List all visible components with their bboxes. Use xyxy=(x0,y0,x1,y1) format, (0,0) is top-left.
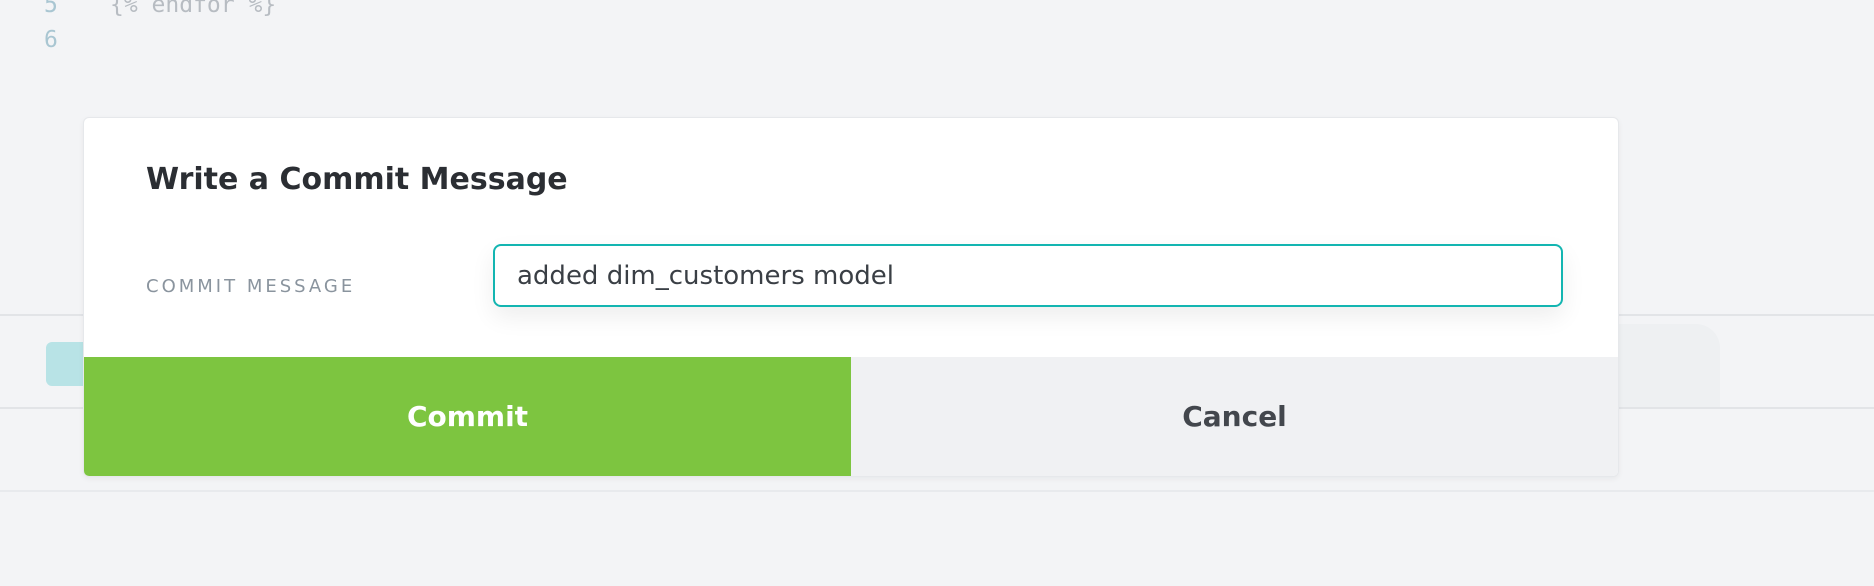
line-number: 6 xyxy=(44,27,58,53)
divider xyxy=(0,490,1874,492)
modal-title: Write a Commit Message xyxy=(146,162,568,197)
commit-message-label: COMMIT MESSAGE xyxy=(146,276,356,297)
line-code: {% endfor %} xyxy=(110,0,277,18)
commit-message-modal: Write a Commit Message COMMIT MESSAGE Co… xyxy=(83,117,1619,477)
commit-message-input[interactable] xyxy=(493,244,1563,307)
commit-button[interactable]: Commit xyxy=(84,357,851,476)
line-number: 5 xyxy=(44,0,58,18)
cancel-button[interactable]: Cancel xyxy=(851,357,1618,476)
modal-button-row: Commit Cancel xyxy=(84,357,1618,476)
